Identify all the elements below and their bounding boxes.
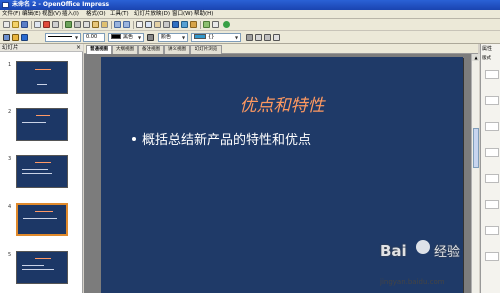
save-icon[interactable] — [21, 21, 28, 28]
standard-toolbar — [0, 19, 500, 31]
insert-movie-icon[interactable] — [163, 21, 170, 28]
print-icon[interactable] — [52, 21, 59, 28]
line-style-select[interactable]: ▼ — [45, 33, 81, 42]
edit-file-icon[interactable] — [34, 21, 41, 28]
menu-file[interactable]: 文件(F) — [2, 10, 20, 19]
layout-item[interactable] — [485, 96, 499, 105]
menu-slideshow[interactable]: 幻灯片放映(D) — [134, 10, 170, 19]
layout-item[interactable] — [485, 148, 499, 157]
slide-thumbnail-2[interactable] — [16, 108, 68, 141]
slide-show-icon[interactable] — [203, 21, 210, 28]
line-width-value: 0.00 — [86, 34, 98, 40]
line-icon[interactable] — [12, 34, 19, 41]
arrange-icon[interactable] — [273, 34, 280, 41]
menu-view[interactable]: 视图(V) — [42, 10, 61, 19]
menu-help[interactable]: 帮助(H) — [194, 10, 213, 19]
close-icon[interactable]: × — [76, 44, 81, 52]
slide-bullet-text: 概括总结新产品的特性和优点 — [142, 133, 312, 148]
fill-color-label: 颜色 — [161, 34, 172, 40]
layout-item[interactable] — [485, 70, 499, 79]
slides-panel: 幻灯片 × 1 2 3 4 5 — [0, 44, 83, 293]
insert-image-icon[interactable] — [154, 21, 161, 28]
slide-number: 5 — [8, 252, 12, 258]
tab-slide-sorter[interactable]: 幻灯片浏览 — [190, 45, 222, 54]
slide-number: 4 — [8, 204, 12, 210]
slide-thumbnail-3[interactable] — [16, 155, 68, 188]
scroll-thumb[interactable] — [473, 128, 479, 168]
hyperlink-icon[interactable] — [172, 21, 179, 28]
tab-outline[interactable]: 大纲视图 — [112, 45, 138, 54]
tab-notes[interactable]: 备注视图 — [138, 45, 164, 54]
export-pdf-icon[interactable] — [43, 21, 50, 28]
watermark-brand: Bai — [380, 242, 407, 260]
copy-icon[interactable] — [83, 21, 90, 28]
shadow-label: {} — [208, 34, 215, 40]
menu-edit[interactable]: 编辑(E) — [22, 10, 41, 19]
navigator-icon[interactable] — [181, 21, 188, 28]
new-document-icon[interactable] — [3, 21, 10, 28]
layout-item[interactable] — [485, 174, 499, 183]
slide-bullet[interactable]: 概括总结新产品的特性和优点 — [132, 129, 311, 148]
gallery-icon[interactable] — [190, 21, 197, 28]
slide-number: 2 — [8, 109, 12, 115]
menu-format[interactable]: 格式(O) — [86, 10, 106, 19]
task-pane-subtitle: 版式 — [482, 56, 491, 61]
spellcheck-icon[interactable] — [65, 21, 72, 28]
view-tabs: 普通视图 大纲视图 备注视图 讲义视图 幻灯片浏览 — [84, 44, 478, 54]
line-color-select[interactable]: 黑色 ▼ — [108, 33, 144, 42]
app-icon — [2, 2, 9, 8]
paw-icon — [416, 240, 430, 254]
cut-icon[interactable] — [74, 21, 81, 28]
watermark-url: jingyan.baidu.com — [380, 278, 445, 286]
line-width-field[interactable]: 0.00 — [83, 33, 105, 42]
area-icon[interactable] — [21, 34, 28, 41]
rotate-icon[interactable] — [255, 34, 262, 41]
window-titlebar: 未命名 2 - OpenOffice Impress — [0, 0, 500, 10]
area-style-icon[interactable] — [147, 34, 154, 41]
line-color-label: 黑色 — [123, 34, 134, 40]
menu-window[interactable]: 窗口(W) — [172, 10, 193, 19]
area-style-select[interactable]: 颜色 ▼ — [158, 33, 188, 42]
insert-table-icon[interactable] — [145, 21, 152, 28]
layout-item[interactable] — [485, 122, 499, 131]
alignment-icon[interactable] — [264, 34, 271, 41]
slide-thumbnail-1[interactable] — [16, 61, 68, 94]
slide-title[interactable]: 优点和特性 — [101, 91, 463, 116]
watermark-brand2: 经验 — [434, 245, 461, 260]
shadow-icon[interactable] — [246, 34, 253, 41]
task-pane-title: 属性 — [482, 46, 493, 52]
menu-tools[interactable]: 工具(T) — [110, 10, 129, 19]
menu-insert[interactable]: 插入(I) — [62, 10, 79, 19]
slide-thumbnail-5[interactable] — [16, 251, 68, 284]
window-title: 未命名 2 - OpenOffice Impress — [12, 1, 110, 8]
format-paintbrush-icon[interactable] — [101, 21, 108, 28]
undo-icon[interactable] — [114, 21, 121, 28]
help-icon[interactable] — [223, 21, 230, 28]
slides-panel-label: 幻灯片 — [2, 45, 19, 51]
insert-chart-icon[interactable] — [136, 21, 143, 28]
slides-panel-title: 幻灯片 × — [0, 44, 83, 52]
redo-icon[interactable] — [123, 21, 130, 28]
slide-number: 1 — [8, 62, 12, 68]
open-folder-icon[interactable] — [12, 21, 19, 28]
paste-icon[interactable] — [92, 21, 99, 28]
baidu-watermark: Bai 经验 jingyan.baidu.com — [376, 238, 498, 292]
line-fill-toolbar: ▼ 0.00 黑色 ▼ 颜色 ▼ {} ▼ — [0, 31, 500, 44]
arrow-style-icon[interactable] — [3, 34, 10, 41]
bullet-dot-icon — [132, 136, 136, 141]
menu-bar: 文件(F) 编辑(E) 视图(V) 插入(I) 格式(O) 工具(T) 幻灯片放… — [0, 10, 500, 19]
scroll-up-icon[interactable]: ▲ — [472, 54, 480, 61]
slide-thumbnail-4[interactable] — [16, 203, 68, 236]
layout-item[interactable] — [485, 226, 499, 235]
fill-color-select[interactable]: {} ▼ — [191, 33, 241, 42]
zoom-icon[interactable] — [212, 21, 219, 28]
slide-number: 3 — [8, 156, 12, 162]
layout-item[interactable] — [485, 200, 499, 209]
tab-normal[interactable]: 普通视图 — [86, 45, 112, 54]
tab-handout[interactable]: 讲义视图 — [164, 45, 190, 54]
